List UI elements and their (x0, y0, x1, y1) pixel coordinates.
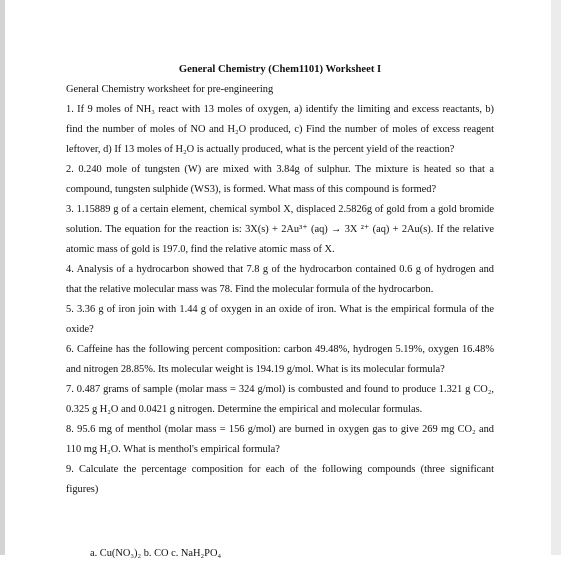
question-5-text: 3.36 g of iron join with 1.44 g of oxyge… (66, 304, 494, 335)
question-5-number: 5. (66, 304, 74, 315)
question-3-number: 3. (66, 204, 74, 215)
question-3: 3. 1.15889 g of a certain element, chemi… (66, 200, 494, 260)
question-9-options-partial: a. Cu(NO₃)₂ b. CO c. NaH₂PO₄ (90, 548, 222, 559)
question-5: 5. 3.36 g of iron join with 1.44 g of ox… (66, 300, 494, 340)
question-8: 8. 95.6 mg of menthol (molar mass = 156 … (66, 420, 494, 460)
question-6: 6. Caffeine has the following percent co… (66, 340, 494, 380)
question-9: 9. Calculate the percentage composition … (66, 460, 494, 500)
question-6-number: 6. (66, 344, 74, 355)
question-1-text: If 9 moles of NH₃ react with 13 moles of… (66, 104, 494, 155)
question-6-text: Caffeine has the following percent compo… (66, 344, 494, 375)
question-4: 4. Analysis of a hydrocarbon showed that… (66, 260, 494, 300)
question-3-text: 1.15889 g of a certain element, chemical… (66, 204, 494, 255)
worksheet-subtitle: General Chemistry worksheet for pre-engi… (66, 84, 274, 95)
window-left-border (0, 0, 5, 555)
scrollbar-track[interactable] (551, 0, 561, 555)
question-7: 7. 0.487 grams of sample (molar mass = 3… (66, 380, 494, 420)
question-2: 2. 0.240 mole of tungsten (W) are mixed … (66, 160, 494, 200)
question-9-text: Calculate the percentage composition for… (66, 464, 494, 495)
question-4-number: 4. (66, 264, 74, 275)
question-7-text: 0.487 grams of sample (molar mass = 324 … (66, 384, 494, 415)
question-7-number: 7. (66, 384, 74, 395)
document-page: General Chemistry (Chem1101) Worksheet I… (66, 60, 494, 500)
question-1-number: 1. (66, 104, 74, 115)
question-2-number: 2. (66, 164, 74, 175)
worksheet-title: General Chemistry (Chem1101) Worksheet I (178, 64, 382, 75)
question-8-text: 95.6 mg of menthol (molar mass = 156 g/m… (66, 424, 494, 455)
question-4-text: Analysis of a hydrocarbon showed that 7.… (66, 264, 494, 295)
question-8-number: 8. (66, 424, 74, 435)
question-9-number: 9. (66, 464, 74, 475)
question-2-text: 0.240 mole of tungsten (W) are mixed wit… (66, 164, 494, 195)
question-1: 1. If 9 moles of NH₃ react with 13 moles… (66, 100, 494, 160)
